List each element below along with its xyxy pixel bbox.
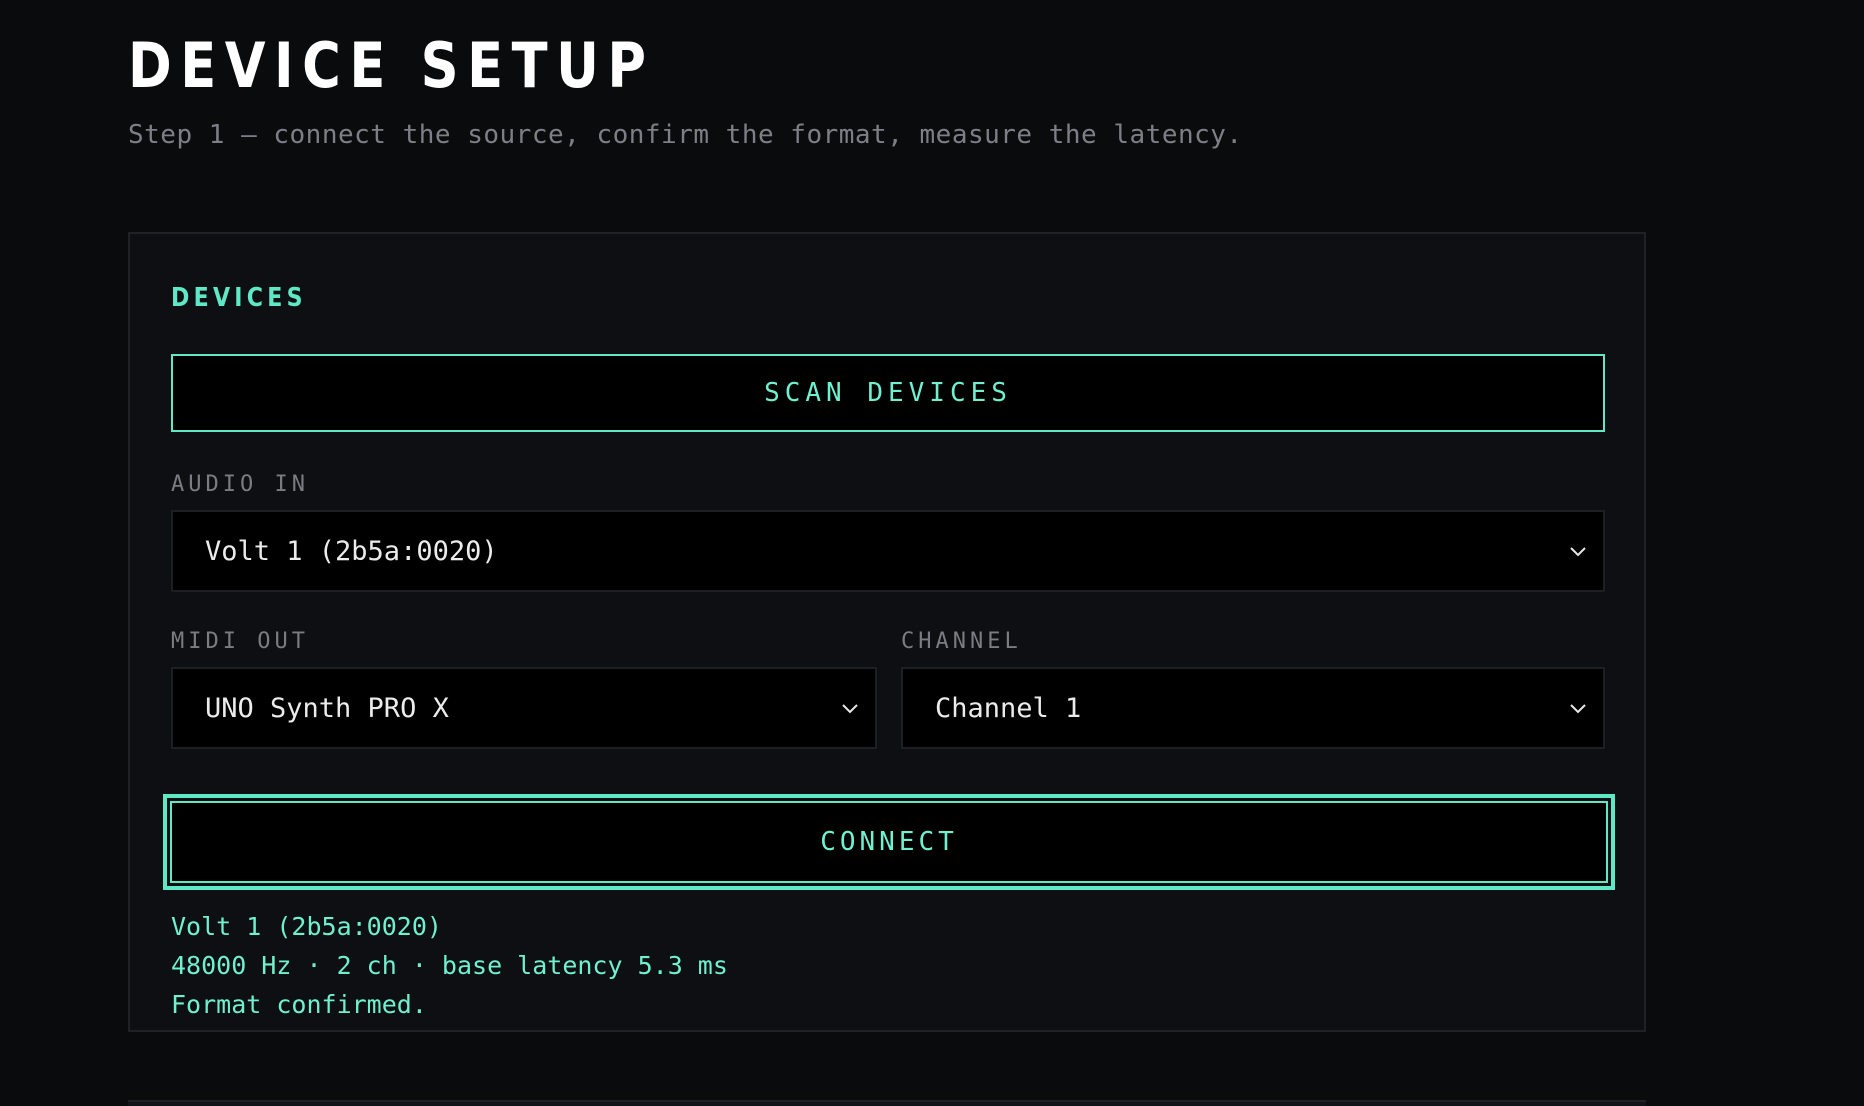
audio-in-select[interactable]: Volt 1 (2b5a:0020) <box>171 510 1605 592</box>
status-device: Volt 1 (2b5a:0020) <box>171 912 442 941</box>
midi-out-value: UNO Synth PRO X <box>205 692 449 724</box>
audio-in-value: Volt 1 (2b5a:0020) <box>205 535 498 567</box>
connect-focus-ring: CONNECT <box>163 794 1615 890</box>
devices-panel: DEVICES SCAN DEVICES AUDIO IN Volt 1 (2b… <box>128 232 1646 1032</box>
channel-select[interactable]: Channel 1 <box>901 667 1605 749</box>
scan-devices-button[interactable]: SCAN DEVICES <box>171 354 1605 432</box>
channel-value: Channel 1 <box>935 692 1082 724</box>
midi-out-label: MIDI OUT <box>171 629 309 654</box>
connect-button[interactable]: CONNECT <box>170 801 1608 883</box>
midi-out-select[interactable]: UNO Synth PRO X <box>171 667 877 749</box>
devices-heading: DEVICES <box>171 283 307 313</box>
chevron-down-icon <box>842 704 858 714</box>
next-panel-edge <box>128 1100 1646 1106</box>
page-subtitle: Step 1 — connect the source, confirm the… <box>128 120 1243 150</box>
audio-in-label: AUDIO IN <box>171 472 309 497</box>
channel-label: CHANNEL <box>901 629 1022 654</box>
device-setup-page: DEVICE SETUP Step 1 — connect the source… <box>128 28 1648 1106</box>
chevron-down-icon <box>1570 704 1586 714</box>
status-format: 48000 Hz · 2 ch · base latency 5.3 ms <box>171 951 728 980</box>
page-title: DEVICE SETUP <box>128 29 655 102</box>
chevron-down-icon <box>1570 547 1586 557</box>
status-message: Format confirmed. <box>171 990 427 1019</box>
